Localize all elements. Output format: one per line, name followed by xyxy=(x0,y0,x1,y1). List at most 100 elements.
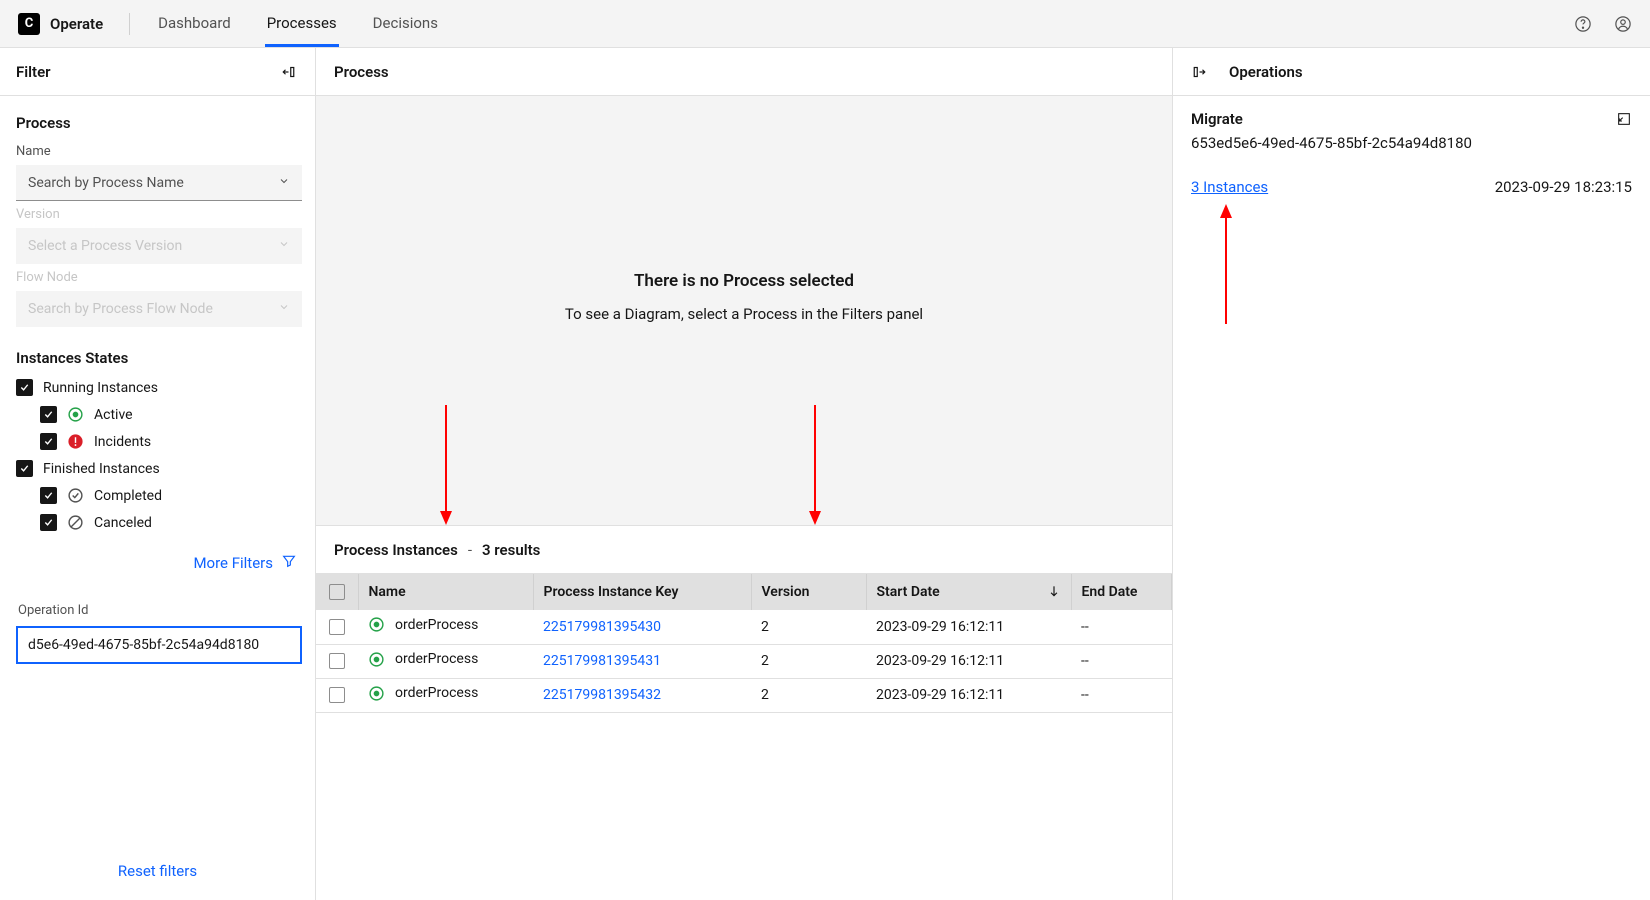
col-version[interactable]: Version xyxy=(751,574,866,610)
operations-title: Operations xyxy=(1229,63,1303,81)
row-select[interactable] xyxy=(316,678,358,712)
operation-id: 653ed5e6-49ed-4675-85bf-2c54a94d8180 xyxy=(1191,134,1632,152)
row-select[interactable] xyxy=(316,644,358,678)
table-row: orderProcess22517998139543222023-09-29 1… xyxy=(316,678,1172,712)
select-all-header[interactable] xyxy=(316,574,358,610)
row-key[interactable]: 225179981395430 xyxy=(533,610,751,644)
app-logo: C xyxy=(18,13,40,35)
process-version-select: Select a Process Version xyxy=(16,228,302,264)
annotation-arrow-icon xyxy=(1219,204,1632,324)
active-state-icon xyxy=(368,685,385,702)
row-start: 2023-09-29 16:12:11 xyxy=(866,610,1071,644)
flow-node-placeholder: Search by Process Flow Node xyxy=(28,301,213,317)
chevron-down-icon xyxy=(278,175,290,191)
row-key[interactable]: 225179981395432 xyxy=(533,678,751,712)
table-row: orderProcess22517998139543122023-09-29 1… xyxy=(316,644,1172,678)
operation-id-input[interactable] xyxy=(16,626,302,664)
chevron-down-icon xyxy=(278,301,290,317)
more-filters-button[interactable]: More Filters xyxy=(18,553,297,573)
collapse-left-icon[interactable] xyxy=(281,63,299,81)
row-start: 2023-09-29 16:12:11 xyxy=(866,678,1071,712)
row-name: orderProcess xyxy=(358,678,533,712)
checkbox-checked-icon xyxy=(16,460,33,477)
incidents-label: Incidents xyxy=(94,434,151,450)
canceled-state-icon xyxy=(67,514,84,531)
app-name: Operate xyxy=(50,15,103,33)
canceled-label: Canceled xyxy=(94,515,152,531)
row-version: 2 xyxy=(751,610,866,644)
divider xyxy=(129,13,130,35)
active-label: Active xyxy=(94,407,133,423)
col-name[interactable]: Name xyxy=(358,574,533,610)
process-version-placeholder: Select a Process Version xyxy=(28,238,182,254)
diagram-empty-title: There is no Process selected xyxy=(634,271,854,291)
tab-processes[interactable]: Processes xyxy=(265,0,339,47)
finished-instances-checkbox[interactable]: Finished Instances xyxy=(16,460,299,477)
flownode-label: Flow Node xyxy=(16,270,299,285)
instances-list-header: Process Instances - 3 results xyxy=(316,526,1172,574)
collapse-right-icon[interactable] xyxy=(1189,63,1207,81)
process-name-select[interactable]: Search by Process Name xyxy=(16,165,302,201)
row-name: orderProcess xyxy=(358,644,533,678)
checkbox-empty-icon xyxy=(329,687,345,703)
canceled-checkbox[interactable]: Canceled xyxy=(40,514,299,531)
list-sep: - xyxy=(468,541,472,559)
active-state-icon xyxy=(368,651,385,668)
chevron-down-icon xyxy=(278,238,290,254)
filter-title: Filter xyxy=(16,63,51,81)
help-icon[interactable] xyxy=(1574,15,1592,33)
operation-card: Migrate 653ed5e6-49ed-4675-85bf-2c54a94d… xyxy=(1173,96,1650,338)
row-end: -- xyxy=(1071,644,1172,678)
running-instances-checkbox[interactable]: Running Instances xyxy=(16,379,299,396)
table-row: orderProcess22517998139543022023-09-29 1… xyxy=(316,610,1172,644)
flow-node-select: Search by Process Flow Node xyxy=(16,291,302,327)
operation-timestamp: 2023-09-29 18:23:15 xyxy=(1495,178,1632,196)
filter-icon xyxy=(281,553,297,573)
tab-decisions[interactable]: Decisions xyxy=(371,0,440,47)
row-name: orderProcess xyxy=(358,610,533,644)
operation-id-label: Operation Id xyxy=(18,603,297,618)
diagram-empty-subtitle: To see a Diagram, select a Process in th… xyxy=(565,305,923,323)
nav-tabs: Dashboard Processes Decisions xyxy=(156,0,440,47)
checkbox-empty-icon xyxy=(329,653,345,669)
instances-count: 3 results xyxy=(482,541,540,559)
instances-title: Process Instances xyxy=(334,541,458,559)
row-version: 2 xyxy=(751,678,866,712)
active-checkbox[interactable]: Active xyxy=(40,406,299,423)
row-select[interactable] xyxy=(316,610,358,644)
row-key[interactable]: 225179981395431 xyxy=(533,644,751,678)
col-start-date[interactable]: Start Date xyxy=(866,574,1071,610)
col-end-date[interactable]: End Date xyxy=(1071,574,1172,610)
operations-panel: Operations Migrate 653ed5e6-49ed-4675-85… xyxy=(1172,48,1650,900)
completed-state-icon xyxy=(67,487,84,504)
completed-label: Completed xyxy=(94,488,162,504)
row-version: 2 xyxy=(751,644,866,678)
active-state-icon xyxy=(67,406,84,423)
version-label: Version xyxy=(16,207,299,222)
operations-header: Operations xyxy=(1173,48,1650,96)
operation-instances-link[interactable]: 3 Instances xyxy=(1191,178,1268,196)
expand-icon[interactable] xyxy=(1616,111,1632,127)
incidents-checkbox[interactable]: Incidents xyxy=(40,433,299,450)
more-filters-label: More Filters xyxy=(193,554,273,572)
name-label: Name xyxy=(16,144,299,159)
row-end: -- xyxy=(1071,678,1172,712)
tab-dashboard[interactable]: Dashboard xyxy=(156,0,233,47)
process-name-placeholder: Search by Process Name xyxy=(28,175,184,191)
annotation-arrow-icon xyxy=(439,405,453,525)
process-panel-title: Process xyxy=(334,63,389,81)
process-diagram-header: Process xyxy=(316,48,1172,96)
col-key[interactable]: Process Instance Key xyxy=(533,574,751,610)
checkbox-checked-icon xyxy=(16,379,33,396)
sort-desc-icon xyxy=(1047,584,1061,598)
operation-type: Migrate xyxy=(1191,110,1243,128)
user-icon[interactable] xyxy=(1614,15,1632,33)
instances-table: Name Process Instance Key Version Start … xyxy=(316,574,1172,713)
filter-process-section: Process xyxy=(16,114,299,132)
checkbox-empty-icon xyxy=(329,584,345,600)
reset-filters-link[interactable]: Reset filters xyxy=(118,862,197,880)
completed-checkbox[interactable]: Completed xyxy=(40,487,299,504)
checkbox-checked-icon xyxy=(40,487,57,504)
center-panel: Process There is no Process selected To … xyxy=(316,48,1172,900)
row-end: -- xyxy=(1071,610,1172,644)
